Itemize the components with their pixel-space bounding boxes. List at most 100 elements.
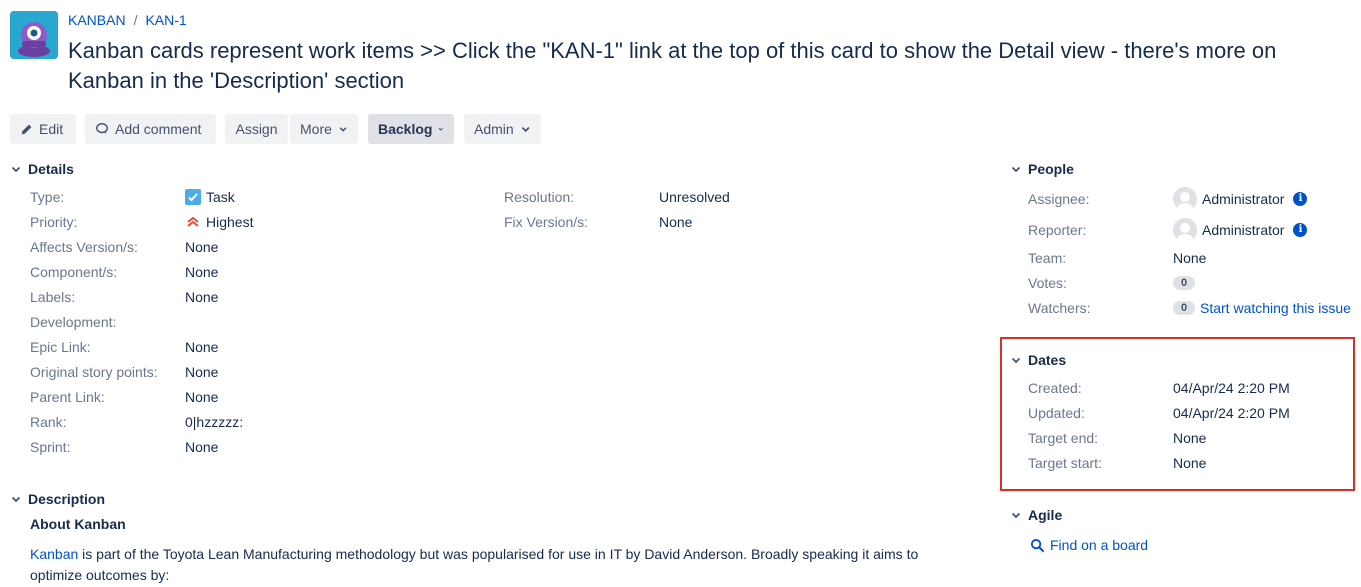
chevron-down-icon xyxy=(439,128,444,131)
reporter-label: Reporter: xyxy=(1028,222,1087,238)
admin-button[interactable]: Admin xyxy=(464,114,541,144)
reporter-name: Administrator xyxy=(1202,222,1285,238)
updated-value: 04/Apr/24 2:20 PM xyxy=(1173,405,1290,421)
votes-value[interactable]: 0 xyxy=(1173,276,1195,290)
priority-highest-icon xyxy=(187,216,199,227)
add-comment-button[interactable]: Add comment xyxy=(85,114,216,144)
assignee-name: Administrator xyxy=(1202,191,1285,207)
more-button[interactable]: More xyxy=(290,114,358,144)
affects-version-label: Affects Version/s: xyxy=(30,239,138,255)
watchers-label: Watchers: xyxy=(1028,300,1091,316)
avatar xyxy=(1173,218,1197,242)
assignee-value[interactable]: Administrator i xyxy=(1173,187,1308,211)
breadcrumb: KANBAN / KAN-1 xyxy=(68,12,187,28)
component-value: None xyxy=(185,264,219,280)
created-label: Created: xyxy=(1028,380,1082,396)
target-start-value: None xyxy=(1173,455,1207,471)
description-section-toggle[interactable]: Description xyxy=(10,491,105,507)
chevron-down-icon xyxy=(11,166,21,173)
issue-summary[interactable]: Kanban cards represent work items >> Cli… xyxy=(68,36,1288,96)
agile-title: Agile xyxy=(1028,507,1063,523)
target-end-value: None xyxy=(1173,430,1207,446)
target-end-label: Target end: xyxy=(1028,430,1099,446)
votes-count-badge: 0 xyxy=(1173,276,1195,290)
chevron-down-icon xyxy=(1011,357,1021,364)
info-icon[interactable]: i xyxy=(1293,192,1308,206)
chevron-down-icon xyxy=(1011,512,1021,519)
people-title: People xyxy=(1028,161,1074,177)
development-label: Development: xyxy=(30,314,117,330)
assign-button[interactable]: Assign xyxy=(225,114,288,144)
details-section-toggle[interactable]: Details xyxy=(10,161,74,177)
description-title: Description xyxy=(28,491,106,507)
admin-label: Admin xyxy=(474,121,514,137)
type-text: Task xyxy=(206,189,235,205)
kanban-link[interactable]: Kanban xyxy=(30,546,78,562)
reporter-value[interactable]: Administrator i xyxy=(1173,218,1308,242)
chevron-down-icon xyxy=(521,126,530,133)
find-on-board-link[interactable]: Find on a board xyxy=(1030,537,1148,553)
priority-label: Priority: xyxy=(30,214,78,230)
rank-value: 0|hzzzzz: xyxy=(185,414,244,430)
team-value: None xyxy=(1173,250,1207,266)
votes-label: Votes: xyxy=(1028,275,1067,291)
dates-section-toggle[interactable]: Dates xyxy=(1010,352,1066,368)
sprint-label: Sprint: xyxy=(30,439,71,455)
edit-button-label: Edit xyxy=(39,121,64,137)
search-icon xyxy=(1030,538,1045,552)
chevron-down-icon xyxy=(11,496,21,503)
original-story-points-label: Original story points: xyxy=(30,364,158,380)
info-icon[interactable]: i xyxy=(1293,223,1308,237)
assignee-label: Assignee: xyxy=(1028,191,1090,207)
add-comment-label: Add comment xyxy=(115,121,202,137)
breadcrumb-project-link[interactable]: KANBAN xyxy=(68,12,126,28)
agile-section-toggle[interactable]: Agile xyxy=(1010,507,1062,523)
dates-title: Dates xyxy=(1028,352,1067,368)
avatar xyxy=(1173,187,1197,211)
breadcrumb-issue-link[interactable]: KAN-1 xyxy=(145,12,186,28)
breadcrumb-separator: / xyxy=(133,12,138,28)
rank-label: Rank: xyxy=(30,414,67,430)
people-section-toggle[interactable]: People xyxy=(1010,161,1074,177)
parent-link-label: Parent Link: xyxy=(30,389,105,405)
description-heading: About Kanban xyxy=(30,516,126,532)
more-label: More xyxy=(300,121,332,137)
labels-value: None xyxy=(185,289,219,305)
resolution-label: Resolution: xyxy=(504,189,575,205)
assign-label: Assign xyxy=(235,121,278,137)
epic-link-label: Epic Link: xyxy=(30,339,91,355)
chevron-down-icon xyxy=(1011,166,1021,173)
epic-link-value: None xyxy=(185,339,219,355)
task-icon xyxy=(185,189,201,205)
pencil-icon xyxy=(21,124,32,134)
component-label: Component/s: xyxy=(30,264,118,280)
details-title: Details xyxy=(28,161,74,177)
updated-label: Updated: xyxy=(1028,405,1085,421)
edit-button[interactable]: Edit xyxy=(10,114,76,144)
project-avatar[interactable] xyxy=(10,11,58,59)
fix-version-value: None xyxy=(659,214,693,230)
priority-value: Highest xyxy=(185,214,253,230)
type-label: Type: xyxy=(30,189,65,205)
watchers-value: 0 Start watching this issue xyxy=(1173,300,1351,316)
find-on-board-text[interactable]: Find on a board xyxy=(1050,537,1148,553)
sprint-value: None xyxy=(185,439,219,455)
description-paragraph: Kanban is part of the Toyota Lean Manufa… xyxy=(30,544,930,586)
chevron-down-icon xyxy=(339,127,347,132)
description-text: is part of the Toyota Lean Manufacturing… xyxy=(30,546,919,583)
status-label: Backlog xyxy=(378,121,433,137)
labels-label: Labels: xyxy=(30,289,76,305)
status-backlog-button[interactable]: Backlog xyxy=(368,114,454,144)
start-watching-link[interactable]: Start watching this issue xyxy=(1200,300,1351,316)
created-value: 04/Apr/24 2:20 PM xyxy=(1173,380,1290,396)
team-label: Team: xyxy=(1028,250,1067,266)
target-start-label: Target start: xyxy=(1028,455,1102,471)
watchers-count-badge[interactable]: 0 xyxy=(1173,301,1195,315)
comment-icon xyxy=(96,123,108,135)
type-value: Task xyxy=(185,189,235,205)
fix-version-label: Fix Version/s: xyxy=(504,214,589,230)
parent-link-value: None xyxy=(185,389,219,405)
resolution-value: Unresolved xyxy=(659,189,730,205)
affects-version-value: None xyxy=(185,239,219,255)
original-story-points-value: None xyxy=(185,364,219,380)
